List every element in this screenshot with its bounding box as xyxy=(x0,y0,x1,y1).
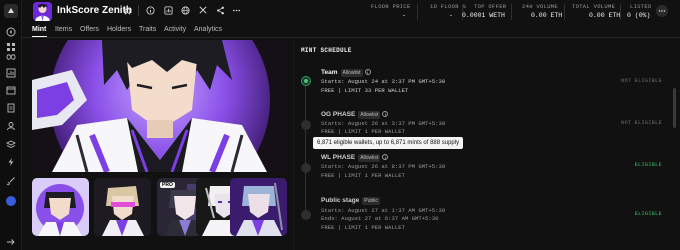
stat-divider xyxy=(417,4,418,20)
mint-schedule-title: MINT SCHEDULE xyxy=(301,47,352,54)
phase-title: Team xyxy=(321,69,338,76)
infinity-icon[interactable] xyxy=(5,46,17,60)
stat-value-24h-volume: 0.00 ETH xyxy=(531,12,563,19)
thumbnail-5[interactable] xyxy=(230,178,287,236)
info-icon[interactable]: i xyxy=(364,69,371,76)
timeline-dot xyxy=(301,210,311,220)
tab-activity[interactable]: Activity xyxy=(164,26,186,33)
phase-title: OG PHASE xyxy=(321,111,356,118)
eligibility-tooltip: 6,871 eligible wallets, up to 6,871 mint… xyxy=(313,137,464,149)
phase-title: WL PHASE xyxy=(321,154,356,161)
stat-value-top-offer: 0.0001 WETH xyxy=(462,12,505,19)
tab-traits[interactable]: Traits xyxy=(139,26,156,33)
stat-label-total-volume: TOTAL VOLUME xyxy=(572,3,616,10)
stack-icon[interactable] xyxy=(5,138,17,150)
chart-icon[interactable] xyxy=(5,67,17,79)
phase-end-time: Ends: August 27 at 6:37 AM GMT+5:30 xyxy=(321,215,439,222)
arrow-right-icon[interactable] xyxy=(5,236,17,248)
phase-start-time: Starts: August 26 at 3:37 PM GMT+5:30 xyxy=(321,120,446,127)
stat-divider xyxy=(564,4,565,20)
tab-holders[interactable]: Holders xyxy=(107,26,131,33)
phase-title: Public stage xyxy=(321,197,360,204)
sidebar xyxy=(0,0,22,250)
phase-limit: FREE | LIMIT 33 PER WALLET xyxy=(321,87,409,94)
more-options-button[interactable] xyxy=(656,5,668,17)
compass-icon[interactable] xyxy=(5,26,17,38)
stat-label-listed: LISTED xyxy=(630,3,652,10)
phase-limit: FREE | LIMIT 1 PER WALLET xyxy=(321,224,405,231)
document-icon[interactable] xyxy=(5,102,17,114)
collection-avatar xyxy=(33,2,52,21)
info-icon[interactable]: i xyxy=(382,154,389,161)
stat-label-1d-floor: 1D FLOOR % xyxy=(430,3,467,10)
timeline-dot xyxy=(301,120,311,130)
phase-name-public: Public stage Public xyxy=(321,197,380,205)
phase-tag: Allowlist xyxy=(358,111,381,119)
profile-icon[interactable] xyxy=(6,196,16,206)
tab-offers[interactable]: Offers xyxy=(80,26,99,33)
phase-limit: FREE | LIMIT 1 PER WALLET xyxy=(321,172,405,179)
thumbnail-2[interactable] xyxy=(94,178,151,236)
logo-icon[interactable] xyxy=(4,4,18,18)
tab-items[interactable]: Items xyxy=(55,26,72,33)
brush-icon[interactable] xyxy=(5,175,17,187)
eligibility-status: ELIGIBLE xyxy=(634,162,662,168)
globe-icon[interactable] xyxy=(179,4,191,16)
phase-name-wl: WL PHASE Allowlist i xyxy=(321,154,389,162)
panel-divider xyxy=(293,40,294,250)
chart-bars-icon[interactable] xyxy=(162,4,174,16)
info-icon[interactable] xyxy=(144,4,156,16)
phase-name-og: OG PHASE Allowlist i xyxy=(321,111,389,119)
stat-label-24h-volume: 24H VOLUME xyxy=(522,3,559,10)
users-icon[interactable] xyxy=(5,120,17,132)
stat-divider xyxy=(620,4,621,20)
phase-start-time: Starts: August 26 at 8:37 PM GMT+5:30 xyxy=(321,163,446,170)
share-icon[interactable] xyxy=(214,4,226,16)
x-icon[interactable] xyxy=(197,4,209,16)
phase-tag: Public xyxy=(362,197,380,205)
tabs-divider xyxy=(22,37,680,38)
phase-start-time: Starts: August 27 at 1:37 AM GMT+5:30 xyxy=(321,207,446,214)
phase-tag: Allowlist xyxy=(358,154,381,162)
calendar-icon[interactable] xyxy=(5,84,17,96)
scrollbar[interactable] xyxy=(673,88,676,128)
timeline-dot-active xyxy=(301,76,311,86)
more-icon[interactable] xyxy=(230,4,242,16)
lightning-icon[interactable] xyxy=(5,156,17,168)
header-divider xyxy=(138,5,139,16)
phase-tag: Allowlist xyxy=(340,69,363,77)
thumbnail-1[interactable] xyxy=(32,178,89,236)
eligibility-status: NOT ELIGIBLE xyxy=(621,78,662,84)
phase-limit: FREE | LIMIT 1 PER WALLET xyxy=(321,128,405,135)
stat-value-1d-floor: - xyxy=(449,12,453,19)
timeline-line xyxy=(305,80,306,210)
collection-header: InkScore Zenith FLOOR PRICE - 1D FLOOR %… xyxy=(22,0,680,24)
tab-mint[interactable]: Mint xyxy=(32,26,46,33)
hero-artwork[interactable] xyxy=(32,40,287,172)
stat-label-floor-price: FLOOR PRICE xyxy=(371,3,411,10)
stat-divider xyxy=(511,4,512,20)
phase-name-team: Team Allowlist i xyxy=(321,69,371,77)
eligibility-status: NOT ELIGIBLE xyxy=(621,120,662,126)
phase-start-time: Starts: August 24 at 3:37 PM GMT+5:30 xyxy=(321,78,446,85)
stat-value-floor-price: - xyxy=(402,12,406,19)
stat-value-listed: 0 (0%) xyxy=(627,12,651,19)
stat-label-top-offer: TOP OFFER xyxy=(474,3,507,10)
stat-value-total-volume: 0.00 ETH xyxy=(589,12,621,19)
eligibility-status: ELIGIBLE xyxy=(634,211,662,217)
timeline-dot xyxy=(301,163,311,173)
tab-analytics[interactable]: Analytics xyxy=(194,26,222,33)
info-icon[interactable]: i xyxy=(382,111,389,118)
star-icon[interactable] xyxy=(121,4,133,16)
pro-badge: PRO xyxy=(160,182,175,188)
